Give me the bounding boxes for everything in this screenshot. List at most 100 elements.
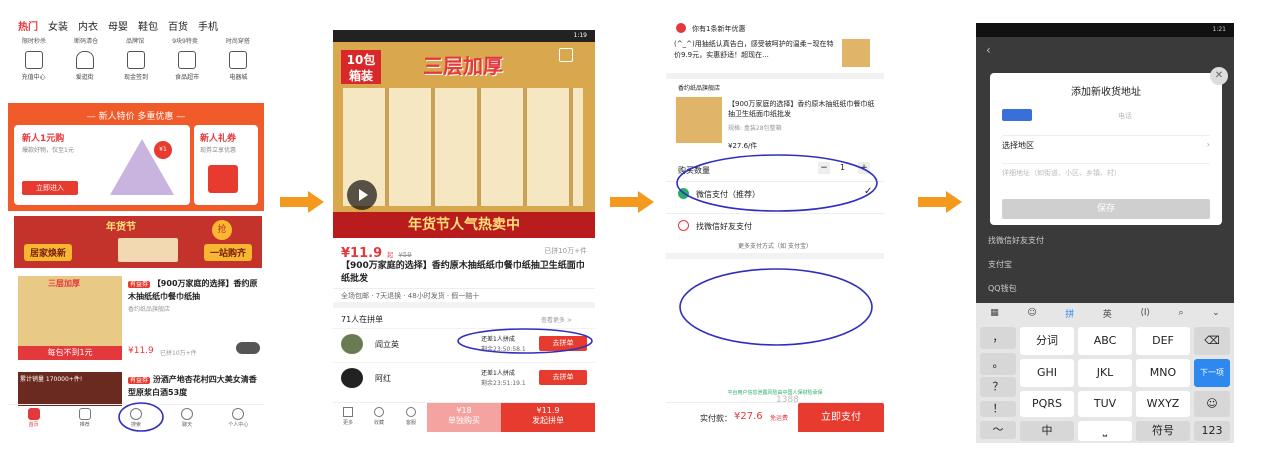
key-def[interactable]: DEF [1136,327,1190,355]
nav-profile[interactable]: 个人中心 [218,405,258,432]
new-user-1yuan-card[interactable]: 新人1元购 爆款好物，仅至1元 立即进入 ¥1 [14,125,190,205]
subtab-99[interactable]: 9块9特卖 [172,36,198,45]
item-title: 有益券 汾酒产地杏花村四大美女清香型原浆白酒53度 [128,375,257,397]
profile-icon [232,408,245,420]
checkin-entry[interactable]: 现金签到 [116,51,156,81]
buyer-avatars [236,342,260,354]
emoji-icon[interactable]: ☺ [1027,308,1036,318]
nav-home[interactable]: 首页 [14,405,54,432]
next-field-key[interactable]: 下一项 [1194,359,1230,387]
phone-order-payment: 你有1条新年优惠 (^_^)用抽纸认真告白，感受被呵护的温柔~现在特价9.9元，… [666,17,884,432]
key-exclaim[interactable]: ！ [980,401,1016,417]
save-button[interactable]: 保存 [1002,199,1210,219]
tab-hot[interactable]: 热门 [18,18,38,33]
service-chat-button[interactable]: 客服 [395,403,427,432]
secure-note: 平台用户信息泄露风险由中国人保财险承保 [727,390,823,396]
tab-women[interactable]: 女装 [48,18,68,33]
annotation-circle-pay [676,154,878,212]
more-pay-link[interactable]: 更多支付方式（如 支付宝） [666,241,884,250]
collapse-icon[interactable]: ⌄ [1212,308,1220,318]
subtab-brand[interactable]: 品牌馆 [126,36,144,45]
play-icon [359,189,368,201]
search-icon[interactable]: ⌕ [1179,308,1184,318]
order-product-image [676,97,722,143]
space-key[interactable]: ⎵ [1078,421,1132,441]
solo-buy-button[interactable]: ¥18 单独购买 [427,403,501,432]
name-field[interactable] [1002,109,1032,121]
key-period[interactable]: 。 [980,353,1016,375]
join-group-button[interactable]: 去拼单 [539,370,587,385]
region-selector[interactable]: 选择地区 › [1002,135,1210,151]
tab-bags[interactable]: 鞋包 [138,18,158,33]
key-tilde[interactable]: ～ [980,421,1016,439]
appliance-entry[interactable]: 电器城 [218,51,258,81]
key-tuv[interactable]: TUV [1078,391,1132,417]
symbol-key[interactable]: 符号 [1136,421,1190,441]
flow-arrow-3 [918,191,962,213]
key-question[interactable]: ？ [980,377,1016,397]
key-abc[interactable]: ABC [1078,327,1132,355]
new-year-festival-banner[interactable]: 年货节 居家焕新 一站购齐 抢 [14,216,262,268]
recharge-entry[interactable]: 充值中心 [14,51,54,81]
group-more-link[interactable]: 查看更多 > [541,315,572,324]
key-mno[interactable]: MNO [1136,359,1190,387]
subtab-fashion[interactable]: 时尚穿搭 [226,36,250,45]
enter-now-button[interactable]: 立即进入 [22,181,78,195]
annotation-circle-join [457,328,593,354]
product-item-tissue[interactable]: 三层加厚 每包不到1元 有益券 【900万家庭的选择】香约原木抽纸纸巾餐巾纸抽 … [14,274,262,362]
heart-icon [374,407,384,417]
play-video-button[interactable] [347,180,377,210]
delete-key[interactable]: ⌫ [1194,327,1230,355]
new-user-coupon-card[interactable]: 新人礼券 现券立享优惠 [194,125,258,205]
key-ghi[interactable]: GHI [1020,359,1074,387]
key-comma[interactable]: ， [980,327,1016,349]
dress-icon [75,51,94,69]
item-title: 有益券 【900万家庭的选择】香约原木抽纸纸巾餐巾纸抽 [128,279,258,301]
grid-icon[interactable]: ▦ [990,308,999,318]
food-entry[interactable]: 食品超市 [167,51,207,81]
service-row[interactable]: 全场包邮 · 7天退换 · 48小时发货 · 假一赔十 [333,288,595,308]
review-image [842,39,870,67]
price-row: ¥11.9 起 ¥59 已拼10万+件 [341,246,587,261]
quick-icons: 充值中心 爱逛街 现金签到 食品超市 电器城 [8,46,264,86]
address-dialog: 添加新收货地址 电话 选择地区 › 详细地址（如街道、小区、乡镇、村） 保存 [990,73,1222,225]
subtab-flash[interactable]: 限时秒杀 [22,36,46,45]
favorite-button[interactable]: 收藏 [363,403,395,432]
number-key[interactable]: 123 [1194,421,1230,441]
tab-phone[interactable]: 手机 [198,18,218,33]
recommend-icon [78,408,91,420]
nav-recommend[interactable]: 推荐 [65,405,105,432]
share-icon[interactable] [559,48,573,62]
tab-underwear[interactable]: 内衣 [78,18,98,33]
product-hero-image[interactable]: 1:19 10包箱装 三层加厚 年货节人气热卖中 [333,30,595,238]
key-jkl[interactable]: JKL [1078,359,1132,387]
flow-arrow-2 [610,191,654,213]
close-icon[interactable]: ✕ [1210,67,1228,85]
address-field[interactable]: 详细地址（如街道、小区、乡镇、村） [1002,163,1210,178]
more-button[interactable]: 更多 [333,403,363,432]
phone-add-address: 1:21 ‹ 找微信好友支付 支付宝 QQ钱包 添加新收货地址 电话 选择地区 ›… [976,23,1234,443]
review-text: (^_^)用抽纸认真告白，感受被呵护的温柔~现在特价9.9元，实惠舒适！超现在.… [674,40,834,59]
nav-chat[interactable]: 聊天 [167,405,207,432]
key-wxyz[interactable]: WXYZ [1136,391,1190,417]
start-group-button[interactable]: ¥11.9 发起拼单 [501,403,595,432]
tab-baby[interactable]: 母婴 [108,18,128,33]
category-tabs: 热门 女装 内衣 母婴 鞋包 百货 手机 [8,16,264,34]
cursor-icon[interactable]: ⟨I⟩ [1140,308,1150,318]
tab-general[interactable]: 百货 [168,18,188,33]
key-fenci[interactable]: 分词 [1020,327,1074,355]
subtab-clearance[interactable]: 断码清仓 [74,36,98,45]
key-pqrs[interactable]: PQRS [1020,391,1074,417]
pay-now-button[interactable]: 立即支付 [798,403,884,432]
chinese-toggle-key[interactable]: 中 [1020,421,1074,441]
promo-banner-title: — 新人特价 多重优惠 — [86,112,186,122]
phone-field[interactable]: 电话 [1118,111,1132,121]
emoji-key[interactable]: ☺ [1194,391,1230,417]
shopping-entry[interactable]: 爱逛街 [65,51,105,81]
pinyin-toggle[interactable]: 拼 [1065,307,1074,320]
english-toggle[interactable]: 英 [1103,307,1112,320]
back-icon[interactable]: ‹ [986,43,991,57]
home-icon [27,408,40,420]
new-user-promo: — 新人特价 多重优惠 — 新人1元购 爆款好物，仅至1元 立即进入 ¥1 新人… [8,103,264,211]
friend-pay-option[interactable]: 找微信好友支付 [666,213,884,237]
